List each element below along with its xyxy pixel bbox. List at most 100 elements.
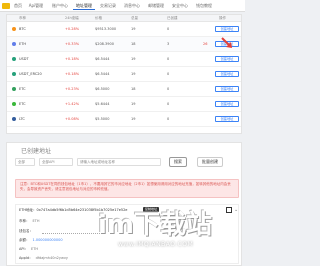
field-value: dfdajmh40n2ywvy xyxy=(35,256,68,260)
table-row: LTC +0.08% $5.5000 19 0 创建地址 xyxy=(7,112,241,127)
table-row: USDT_ERC20 +0.18% $6.5444 19 0 创建地址 xyxy=(7,67,241,82)
create-address-button[interactable]: 创建地址 xyxy=(215,26,239,32)
coin-price: $6.5000 xyxy=(95,87,110,91)
coin-price: $208.3900 xyxy=(95,42,114,46)
search-input[interactable]: 请输入地址或地址名称 xyxy=(77,158,161,166)
table-row: ETC +1.42% $5.6444 19 0 创建地址 xyxy=(7,97,241,112)
warning-notice: 注意：BTC和USDT在同的钱包地址（1币1），不要用其它的币对应地址（2币1）… xyxy=(15,179,239,198)
coin-price: $6.5444 xyxy=(95,57,110,61)
batch-create-button[interactable]: 批量创建 xyxy=(197,157,223,167)
coin-created-count: 3 xyxy=(167,42,170,46)
coin-volume: 18 xyxy=(131,42,136,46)
arrow-annotation-icon xyxy=(221,37,232,48)
watermark: im下载站 www.IMQIANBAO.COM xyxy=(92,202,242,262)
coin-table: 币种 24h涨幅 价格 总量 已创建 操作 BTC +0.28% $9513.3… xyxy=(6,14,242,134)
nav-messages[interactable]: 消息中心 xyxy=(121,3,143,10)
coin-change: +1.42% xyxy=(65,102,80,106)
usdt-icon xyxy=(12,57,16,61)
search-button[interactable]: 搜索 xyxy=(169,157,187,167)
field-label: API： xyxy=(19,247,29,251)
header-price: 价格 xyxy=(95,16,102,20)
coin-change: +0.28% xyxy=(65,27,80,31)
coin-name: USDT_ERC20 xyxy=(19,72,42,76)
header-created: 已创建 xyxy=(167,16,178,20)
etc-icon xyxy=(12,87,16,91)
field-label: 币种： xyxy=(19,219,30,223)
table-row: BTC +0.28% $9513.3000 19 0 创建地址 xyxy=(7,22,241,37)
coin-change: +0.08% xyxy=(65,117,80,121)
header-volume: 总量 xyxy=(131,16,138,20)
table-row: USDT +0.18% $6.5444 19 0 创建地址 xyxy=(7,52,241,67)
nav-api[interactable]: Api管理 xyxy=(25,3,47,10)
coin-change: +0.33% xyxy=(65,42,80,46)
field-api: API： ETH xyxy=(19,247,38,252)
coin-change: +0.23% xyxy=(65,87,80,91)
address-coin-label: ETH地址 xyxy=(19,208,33,212)
header-change: 24h涨幅 xyxy=(65,16,79,20)
coin-name: ETC xyxy=(19,102,26,106)
nav-address[interactable]: 地址管理 xyxy=(73,3,95,10)
btc-icon xyxy=(12,27,16,31)
coin-volume: 19 xyxy=(131,72,136,76)
field-coin: 币种： ETH xyxy=(19,219,39,224)
coin-price: $6.5444 xyxy=(95,72,110,76)
coin-volume: 19 xyxy=(131,102,136,106)
coin-volume: 19 xyxy=(131,57,136,61)
coin-name: LTC xyxy=(19,117,25,121)
nav-deposit[interactable]: 邮储管理 xyxy=(145,3,167,10)
field-value: ETH xyxy=(32,219,40,223)
coin-change: +0.18% xyxy=(65,72,80,76)
logo-icon[interactable] xyxy=(2,3,10,9)
nav-account[interactable]: 账户中心 xyxy=(49,3,71,10)
nav-transactions[interactable]: 交易记录 xyxy=(97,3,119,10)
coin-volume: 19 xyxy=(131,27,136,31)
coin-created-count: 0 xyxy=(167,87,170,91)
table-row: ETC +0.23% $6.5000 18 0 创建地址 xyxy=(7,82,241,97)
coin-name: ETH xyxy=(19,42,26,46)
field-value: 1.000000000000 xyxy=(32,238,63,242)
field-label: 余额： xyxy=(19,238,30,242)
coin-change: +0.18% xyxy=(65,57,80,61)
coin-created-count: 0 xyxy=(167,117,170,121)
nav-tutorial[interactable]: 钱包教程 xyxy=(193,3,215,10)
create-address-button[interactable]: 创建地址 xyxy=(215,101,239,107)
coin-name: USDT xyxy=(19,57,29,61)
header-coin: 币种 xyxy=(19,16,26,20)
field-appid: AppId： dfdajmh40n2ywvy xyxy=(19,256,68,261)
eth-icon xyxy=(12,42,16,46)
address-count-badge: 26 xyxy=(203,42,208,46)
create-address-button[interactable]: 创建地址 xyxy=(215,116,239,122)
coin-name: ETC xyxy=(19,87,26,91)
create-address-button[interactable]: 创建地址 xyxy=(215,71,239,77)
coin-created-count: 0 xyxy=(167,102,170,106)
create-address-button[interactable]: 创建地址 xyxy=(215,56,239,62)
watermark-text: im下载站 xyxy=(98,210,213,240)
create-address-button[interactable]: 创建地址 xyxy=(215,86,239,92)
nav-security[interactable]: 安全中心 xyxy=(169,3,191,10)
field-value: ETH xyxy=(31,247,39,251)
api-filter-select[interactable]: 全部API xyxy=(39,158,73,166)
table-header: 币种 24h涨幅 价格 总量 已创建 操作 xyxy=(7,15,241,22)
ltc-icon xyxy=(12,117,16,121)
usdt-erc20-icon xyxy=(12,72,16,76)
field-balance: 余额： 1.000000000000 xyxy=(19,238,63,243)
coin-price: $9513.3000 xyxy=(95,27,117,31)
etc-icon xyxy=(12,102,16,106)
field-wallet-name: 钱包名： xyxy=(19,229,36,234)
coin-volume: 19 xyxy=(131,117,136,121)
field-label: 钱包名： xyxy=(19,229,33,233)
section-title: 已创建地址 xyxy=(21,148,52,155)
field-label: AppId： xyxy=(19,256,33,260)
coin-filter-select[interactable]: 全部 xyxy=(15,158,35,166)
coin-price: $5.5000 xyxy=(95,117,110,121)
coin-name: BTC xyxy=(19,27,26,31)
nav-home[interactable]: 首页 xyxy=(12,3,24,10)
coin-price: $5.6444 xyxy=(95,102,110,106)
coin-created-count: 0 xyxy=(167,27,170,31)
watermark-url: www.IMQIANBAO.COM xyxy=(118,241,194,248)
top-nav: 首页 Api管理 账户中心 地址管理 交易记录 消息中心 邮储管理 安全中心 钱… xyxy=(0,0,245,12)
table-row: ETH +0.33% $208.3900 18 3 26 创建地址 xyxy=(7,37,241,52)
coin-created-count: 0 xyxy=(167,72,170,76)
coin-volume: 18 xyxy=(131,87,136,91)
coin-created-count: 0 xyxy=(167,57,170,61)
